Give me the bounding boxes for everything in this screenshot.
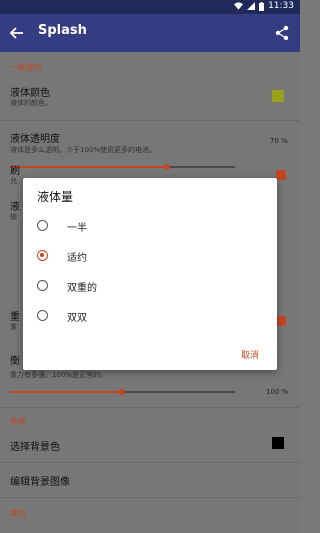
gravity-slider-fill [10, 391, 122, 393]
share-icon[interactable] [274, 25, 290, 41]
row3-checkbox[interactable] [276, 170, 286, 180]
divider [0, 120, 300, 121]
section-header-general: 一般选项 [10, 63, 42, 72]
radio-button[interactable] [37, 220, 48, 231]
option-half[interactable]: 一半 [23, 214, 277, 240]
transparency-value: 70 % [270, 137, 288, 145]
gravity-slider-thumb[interactable] [119, 389, 125, 395]
row3-title[interactable]: 刷 [10, 162, 20, 177]
page-title: Splash [38, 23, 87, 38]
liquid-color-subtitle: 液体的颜色。 [10, 99, 52, 107]
wifi-icon [234, 2, 244, 10]
divider [0, 462, 300, 463]
select-bg-color-title[interactable]: 选择背景色 [10, 438, 60, 453]
row3-subtitle: 允 [10, 177, 17, 185]
option-label: 双重的 [67, 283, 97, 294]
section-header-background: 背景 [10, 417, 26, 426]
back-arrow-icon[interactable] [8, 24, 26, 42]
signal-icon [247, 2, 256, 10]
option-moderate[interactable]: 适约 [23, 244, 277, 270]
edit-bg-image-title[interactable]: 编辑背景图像 [10, 473, 70, 488]
app-bar: Splash [0, 14, 300, 52]
status-bar: 11:33 [0, 0, 300, 14]
radio-button[interactable] [37, 310, 48, 321]
row5-checkbox[interactable] [276, 316, 286, 326]
row5-subtitle: 重 [10, 323, 17, 331]
option-label: 一半 [67, 223, 87, 234]
battery-icon [259, 1, 265, 11]
option-double-double[interactable]: 双双 [23, 304, 277, 330]
transparency-title: 液体透明度 [10, 134, 60, 145]
row4-subtitle: 辑 [10, 213, 17, 221]
option-label: 双双 [67, 313, 87, 324]
option-double[interactable]: 双重的 [23, 274, 277, 300]
transparency-subtitle: 液体是多么透明。少于100%使用更多的电池。 [10, 146, 157, 154]
gravity-value: 100 % [266, 388, 289, 396]
radio-button[interactable] [37, 280, 48, 291]
row5-title[interactable]: 重 [10, 308, 20, 323]
status-time: 11:33 [268, 1, 294, 11]
bg-color-swatch[interactable] [272, 437, 284, 449]
option-label: 适约 [67, 253, 87, 264]
liquid-amount-dialog: 液体量 一半 适约 双重的 双双 取消 [23, 178, 277, 370]
dialog-title: 液体量 [37, 190, 74, 204]
radio-button-selected[interactable] [37, 250, 48, 261]
gravity-subtitle: 重力有多强。100%是正常的。 [10, 371, 108, 379]
liquid-color-title[interactable]: 液体颜色 [10, 84, 50, 99]
transparency-slider-thumb[interactable] [164, 164, 170, 170]
liquid-color-swatch[interactable] [272, 90, 284, 102]
divider [0, 497, 300, 498]
gravity-title: 衡 [10, 356, 20, 367]
transparency-slider-fill [10, 166, 167, 168]
row4-title[interactable]: 液 [10, 198, 20, 213]
divider [0, 407, 300, 408]
section-header-other: 其他 [10, 509, 26, 518]
cancel-button[interactable]: 取消 [241, 348, 259, 361]
